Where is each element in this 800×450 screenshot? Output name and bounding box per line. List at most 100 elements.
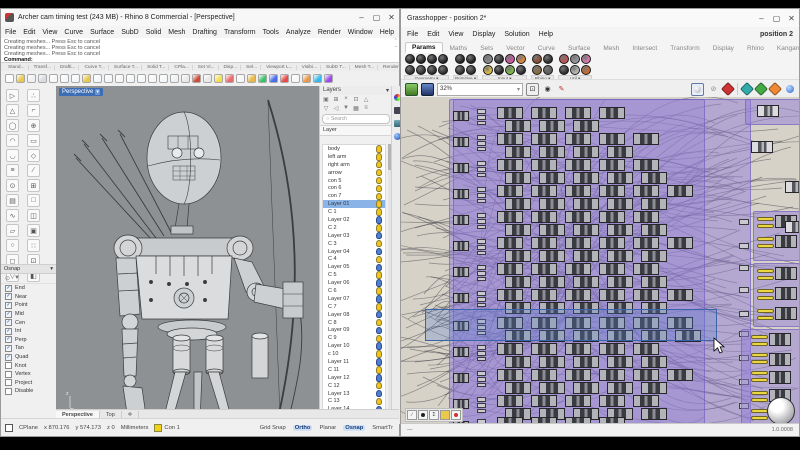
gh-relay-node[interactable]: [477, 397, 486, 402]
gh-component[interactable]: [505, 146, 531, 158]
layer-row[interactable]: Layer 06: [323, 279, 385, 287]
gh-component[interactable]: [667, 237, 693, 249]
gh-slider[interactable]: [757, 224, 774, 228]
command-history[interactable]: Creating meshes... Press Esc to cancelCr…: [1, 38, 399, 63]
sidebar-tool-18[interactable]: ▱: [6, 224, 19, 237]
gh-component[interactable]: [453, 267, 469, 277]
gh-component[interactable]: [505, 276, 531, 288]
gh-component[interactable]: [607, 172, 633, 184]
status-toggle-smarttr[interactable]: SmartTr: [370, 425, 395, 431]
layer-row[interactable]: C 5: [323, 271, 385, 279]
layer-tool-icon[interactable]: ⊞: [332, 96, 340, 103]
gh-tab-mesh[interactable]: Mesh: [597, 44, 625, 53]
red-gem-icon[interactable]: [721, 82, 735, 96]
gh-slider[interactable]: [751, 371, 768, 375]
gh-component[interactable]: [505, 224, 531, 236]
gh-component[interactable]: [453, 241, 469, 251]
gh-component[interactable]: [531, 133, 557, 145]
layer-visibility-bulb[interactable]: [376, 311, 383, 319]
orange-gem-icon[interactable]: [768, 82, 782, 96]
gh-component[interactable]: [539, 120, 565, 132]
gh-component-icon[interactable]: [405, 54, 415, 64]
gh-component[interactable]: [565, 237, 591, 249]
gh-menu-help[interactable]: Help: [539, 31, 553, 38]
gh-component[interactable]: [565, 343, 591, 355]
layer-visibility-bulb[interactable]: [376, 232, 383, 240]
gh-tab-sets[interactable]: Sets: [474, 44, 499, 53]
gh-component-icon[interactable]: [427, 65, 437, 75]
gh-relay-node[interactable]: [477, 377, 486, 382]
gh-component[interactable]: [775, 235, 797, 248]
gh-relay-node[interactable]: [477, 173, 486, 177]
gh-component-icon[interactable]: [570, 65, 580, 75]
layer-visibility-bulb[interactable]: [376, 374, 383, 382]
layer-row[interactable]: Layer 03: [323, 232, 385, 240]
gh-tab-curve[interactable]: Curve: [532, 44, 561, 53]
zoom-dropdown-icon[interactable]: ▾: [517, 86, 520, 93]
gh-component[interactable]: [607, 224, 633, 236]
osnap-checkbox-mid[interactable]: ✓: [5, 311, 12, 318]
rhino-titlebar[interactable]: Archer cam timing test (243 MB) - Rhino …: [1, 9, 399, 27]
sidebar-tool-6[interactable]: ◠: [6, 134, 19, 147]
gh-component[interactable]: [453, 347, 469, 357]
widget-profiler-icon[interactable]: Σ: [429, 410, 439, 420]
gh-relay-node[interactable]: [477, 239, 486, 244]
gh-component[interactable]: [531, 289, 557, 301]
menu-surface[interactable]: Surface: [90, 29, 114, 36]
gh-component[interactable]: [573, 356, 599, 368]
toolbar-icon-21[interactable]: [236, 74, 245, 83]
toolbar-tab[interactable]: Solid T...: [144, 65, 169, 70]
toolbar-icon-28[interactable]: [313, 74, 322, 83]
gh-slider[interactable]: [757, 309, 774, 313]
gh-component[interactable]: [497, 369, 523, 381]
gh-menu-file[interactable]: File: [407, 31, 418, 38]
gh-slider[interactable]: [757, 316, 774, 320]
preview-eye-icon[interactable]: ◉: [542, 84, 553, 95]
gh-component[interactable]: [539, 382, 565, 394]
sidebar-tool-15[interactable]: □: [27, 194, 40, 207]
layer-row[interactable]: Layer 02: [323, 216, 385, 224]
layer-row[interactable]: left arm: [323, 153, 385, 161]
gh-component[interactable]: [531, 159, 557, 171]
osnap-checkbox-tan[interactable]: ✓: [5, 345, 12, 352]
command-scrollbar[interactable]: ⌃⌄: [394, 39, 398, 49]
gh-component[interactable]: [497, 107, 523, 119]
gh-menu-view[interactable]: View: [448, 31, 463, 38]
toolbar-icon-24[interactable]: [269, 74, 278, 83]
gh-component-icon[interactable]: [559, 65, 569, 75]
sidebar-tool-20[interactable]: ○: [6, 239, 19, 252]
toolbar-icon-18[interactable]: [203, 74, 212, 83]
gh-component[interactable]: [531, 185, 557, 197]
layer-visibility-bulb[interactable]: [376, 153, 383, 161]
layer-visibility-bulb[interactable]: [376, 279, 383, 287]
layer-filter-icon[interactable]: ▼: [342, 105, 350, 112]
toolbar-tab[interactable]: Set Vi...: [195, 65, 219, 70]
gh-component[interactable]: [607, 146, 633, 158]
gh-component[interactable]: [633, 263, 659, 275]
gh-component[interactable]: [785, 221, 799, 233]
preview-shaded-icon[interactable]: [691, 83, 704, 96]
gh-component[interactable]: [539, 276, 565, 288]
zoom-extents-icon[interactable]: ⊡: [526, 83, 539, 96]
status-cplane[interactable]: CPlane: [19, 425, 38, 431]
gh-component-icon[interactable]: [516, 54, 526, 64]
layer-visibility-bulb[interactable]: [376, 287, 383, 295]
gh-component[interactable]: [599, 369, 625, 381]
layer-row[interactable]: Layer 04: [323, 248, 385, 256]
gh-component-icon[interactable]: [416, 65, 426, 75]
gh-menu-solution[interactable]: Solution: [504, 31, 529, 38]
gh-component[interactable]: [497, 211, 523, 223]
gh-slider[interactable]: [751, 353, 768, 357]
gh-menu-edit[interactable]: Edit: [427, 31, 439, 38]
toolbar-icon-7[interactable]: [82, 74, 91, 83]
osnap-checkbox-end[interactable]: ✓: [5, 285, 12, 292]
layer-row[interactable]: Layer 13: [323, 390, 385, 398]
toolbar-icon-3[interactable]: [38, 74, 47, 83]
sidebar-tool-1[interactable]: ∴: [27, 89, 40, 102]
gh-tab-surface[interactable]: Surface: [562, 44, 596, 53]
gh-component[interactable]: [599, 343, 625, 355]
close-button[interactable]: ✕: [784, 12, 799, 25]
gh-component[interactable]: [539, 356, 565, 368]
gh-component[interactable]: [633, 211, 659, 223]
sidebar-tool-13[interactable]: ⊞: [27, 179, 40, 192]
